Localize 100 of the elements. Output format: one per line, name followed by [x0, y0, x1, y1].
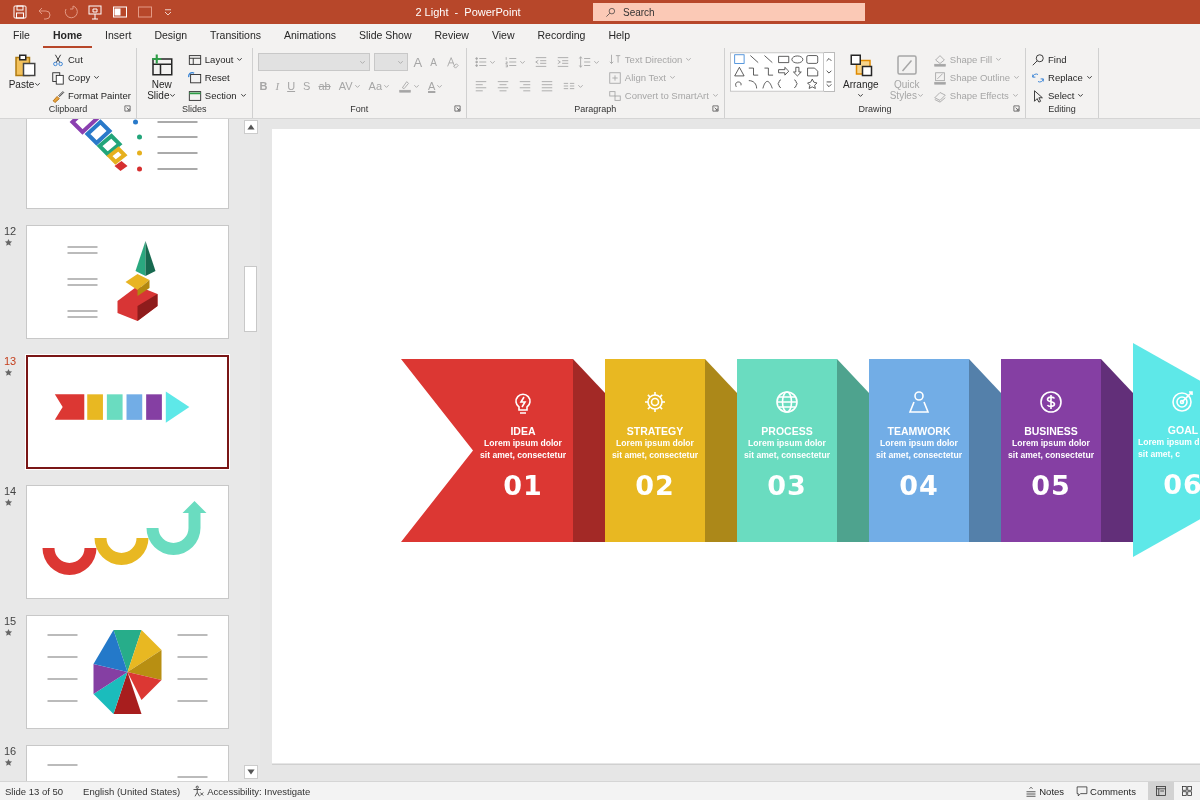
- step-description: Lorem ipsum dolor sit amet, consectetur: [744, 436, 830, 461]
- shape-fill-icon: [932, 52, 947, 67]
- star-icon: [4, 758, 13, 767]
- ribbon-tab[interactable]: Slide Show: [349, 24, 422, 48]
- accessibility-status[interactable]: Accessibility: Investigate: [207, 785, 311, 797]
- ribbon-tab[interactable]: File: [3, 24, 40, 48]
- replace-button[interactable]: Replace: [1031, 69, 1093, 86]
- grid-icon: [1181, 785, 1193, 797]
- scroll-down-icon[interactable]: [243, 765, 258, 779]
- scroll-up-icon[interactable]: [243, 120, 258, 134]
- step-number: 04: [899, 469, 939, 501]
- group-label: Drawing: [858, 104, 892, 114]
- scissors-icon: [51, 52, 65, 67]
- clipboard-icon: [13, 53, 37, 77]
- slide-number: 15: [4, 615, 17, 627]
- normal-view-button[interactable]: [1148, 782, 1174, 800]
- outdent-icon: [533, 55, 548, 69]
- smartart-icon: [607, 88, 622, 103]
- scissors-button[interactable]: Cut: [51, 51, 131, 68]
- rectangle-icon[interactable]: [137, 4, 153, 20]
- ribbon-tab[interactable]: Design: [144, 24, 198, 48]
- reset-icon: [187, 70, 202, 85]
- arrange-button[interactable]: Arrange: [840, 51, 881, 103]
- step-number: 01: [503, 469, 543, 501]
- new-slide-icon: [149, 53, 174, 77]
- align-right-icon: [517, 79, 532, 93]
- ribbon-tab[interactable]: Recording: [527, 24, 596, 48]
- step-title: TEAMWORK: [887, 424, 951, 437]
- bullets-icon: [473, 55, 488, 69]
- search-icon: [605, 7, 616, 18]
- customize-icon[interactable]: [162, 6, 174, 18]
- align-center-icon: [495, 79, 510, 93]
- caret-icon: [1011, 92, 1019, 99]
- ribbon-tab[interactable]: Transitions: [200, 24, 272, 48]
- layout-icon: [187, 52, 202, 67]
- ribbon-tab[interactable]: View: [481, 24, 525, 48]
- comment-icon: [1076, 785, 1089, 797]
- reset-button[interactable]: Reset: [187, 69, 247, 86]
- step-description: Lorem ipsum dolor sit amet, consectetur: [612, 436, 698, 461]
- paintbrush-button[interactable]: Format Painter: [51, 87, 131, 104]
- caret-icon: [358, 58, 366, 66]
- justify-icon: [539, 79, 554, 93]
- dialog-launcher-icon[interactable]: [711, 105, 719, 112]
- caret-icon: [857, 92, 865, 99]
- presentation-icon[interactable]: [87, 4, 103, 20]
- dialog-launcher-icon[interactable]: [453, 105, 461, 112]
- step-number: 05: [1031, 469, 1071, 501]
- slide-counter: Slide 13 of 50: [5, 785, 64, 797]
- ribbon-tab[interactable]: Home: [42, 24, 93, 48]
- language-status[interactable]: English (United States): [83, 785, 181, 797]
- step-title: BUSINESS: [1024, 424, 1078, 437]
- dialog-launcher-icon[interactable]: [123, 105, 131, 112]
- dialog-launcher-icon[interactable]: [1013, 105, 1021, 112]
- save-icon[interactable]: [12, 4, 28, 20]
- ribbon-tab[interactable]: Review: [424, 24, 479, 48]
- numbering-icon: [503, 55, 518, 69]
- person-icon: [906, 388, 932, 415]
- layout-button[interactable]: Layout: [187, 51, 247, 68]
- copy-button[interactable]: Copy: [51, 69, 131, 86]
- star-icon: [4, 498, 13, 507]
- ribbon-tab[interactable]: Help: [598, 24, 640, 48]
- step-title: GOAL: [1167, 424, 1199, 436]
- copy-icon: [51, 70, 65, 85]
- cursor-button[interactable]: Select: [1031, 87, 1093, 104]
- star-icon: [4, 628, 13, 637]
- step-description: Lorem ipsum dolor sit amet, consectetur: [876, 436, 962, 461]
- caret-icon: [1013, 74, 1021, 81]
- group-label: Paragraph: [574, 104, 617, 114]
- normal-view-icon: [1155, 785, 1167, 797]
- comments-button[interactable]: Comments: [1076, 785, 1136, 797]
- caret-icon: [488, 58, 496, 66]
- clipboard-button[interactable]: Paste: [5, 51, 45, 92]
- notes-button[interactable]: Notes: [1025, 785, 1065, 797]
- section-button[interactable]: Section: [187, 87, 247, 104]
- caret-icon: [353, 82, 361, 90]
- section-icon: [187, 88, 202, 103]
- quick-styles-icon: [894, 53, 919, 77]
- notes-icon: [1025, 785, 1038, 797]
- caret-icon: [592, 58, 600, 66]
- caret-icon: [1085, 74, 1093, 81]
- ribbon-tab[interactable]: Insert: [95, 24, 142, 48]
- caret-icon: [995, 56, 1003, 63]
- line-spacing-icon: [577, 55, 592, 69]
- view-icon[interactable]: [112, 4, 128, 20]
- slide-thumbnail[interactable]: [26, 355, 229, 469]
- search-field[interactable]: Search: [593, 3, 865, 21]
- caret-icon: [711, 92, 719, 99]
- scroll-thumb[interactable]: [244, 266, 257, 332]
- search-button[interactable]: Find: [1031, 51, 1093, 68]
- group-label: Slides: [181, 104, 207, 114]
- step-number: 03: [767, 469, 807, 501]
- new-slide-button[interactable]: New Slide: [141, 51, 182, 103]
- align-left-icon: [473, 79, 488, 93]
- redo-icon[interactable]: [62, 4, 78, 20]
- caret-icon: [396, 58, 404, 66]
- paintbrush-icon: [51, 88, 65, 103]
- caret-icon: [436, 82, 444, 90]
- caret-icon: [916, 92, 924, 99]
- ribbon-tab[interactable]: Animations: [274, 24, 346, 48]
- shapes-gallery[interactable]: [729, 52, 824, 92]
